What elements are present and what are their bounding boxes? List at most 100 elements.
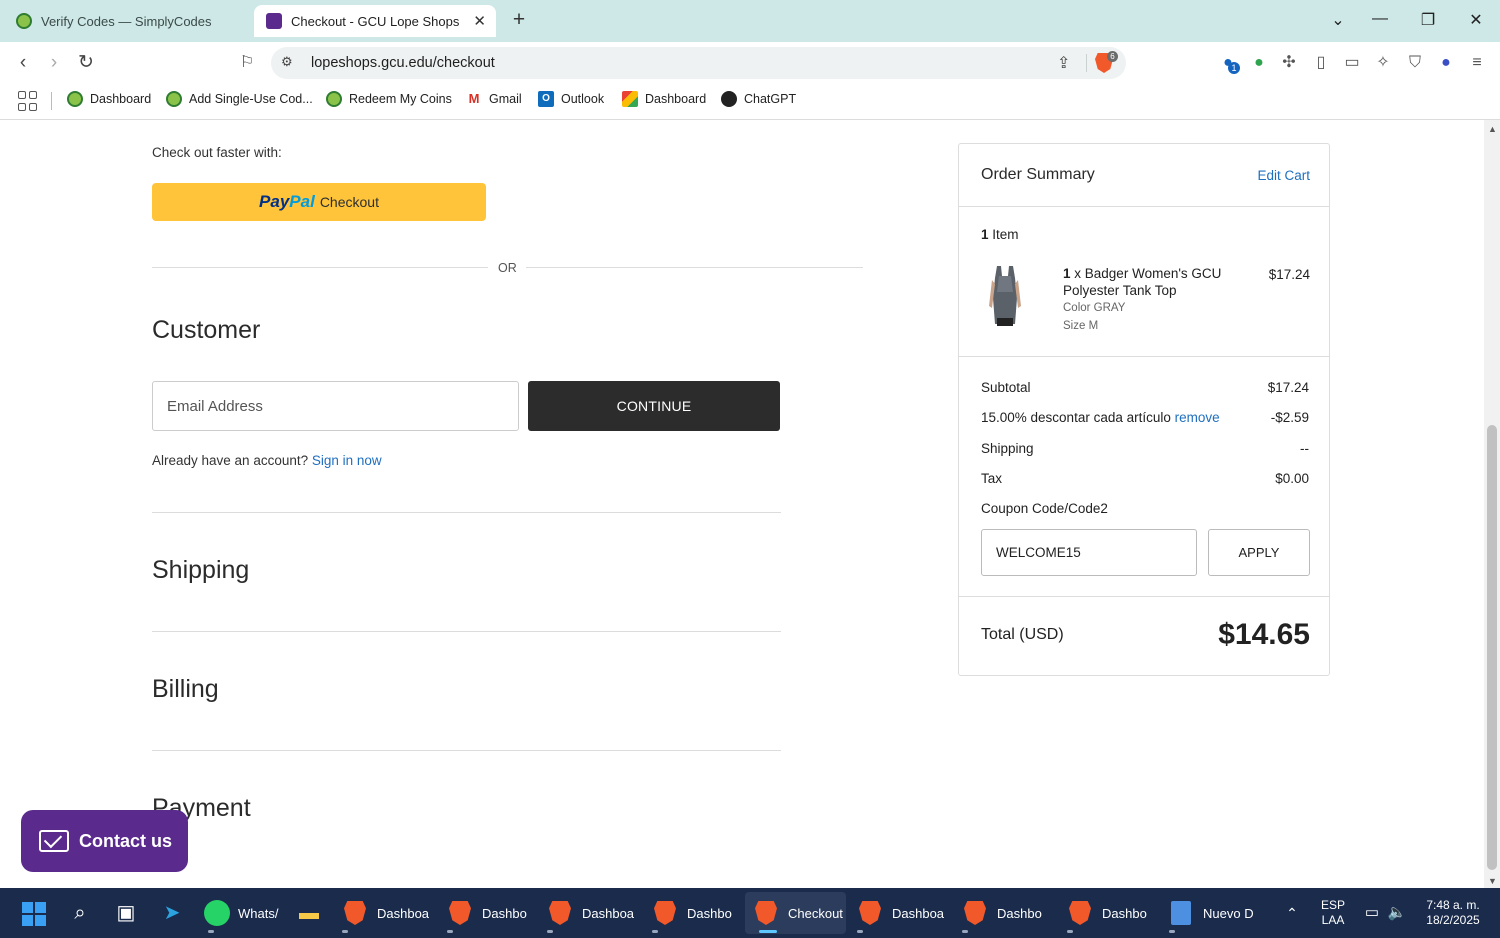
bookmarks-bar: Dashboard Add Single-Use Cod... Redeem M… [0,84,1500,120]
shipping-heading[interactable]: Shipping [152,556,249,585]
paypal-checkout-label: Checkout [319,194,379,210]
share-icon[interactable]: ⇪ [1057,53,1070,73]
file-explorer-icon[interactable]: ▬ [296,900,322,926]
extension-badge: 1 [1228,62,1240,74]
profile-icon[interactable]: ● [1436,53,1456,73]
coupon-code-link[interactable]: Coupon Code/Code2 [981,501,1309,516]
subtotal-row: Subtotal $17.24 [981,380,1309,395]
divider [959,596,1329,597]
taskbar-dashboard-1[interactable]: Dashboa [334,892,434,934]
forward-icon[interactable]: › [41,50,67,76]
bookmark-add-single-use[interactable]: Add Single-Use Cod... [166,91,313,107]
scrollbar-thumb[interactable] [1487,425,1497,870]
taskbar-checkout[interactable]: Checkout [745,892,846,934]
paypal-logo-pay: Pay [259,192,290,211]
volume-icon[interactable]: 🔈 [1384,900,1410,926]
taskbar-dashboard-4[interactable]: Dashbo [644,892,744,934]
leo-ai-icon[interactable]: ✧ [1373,53,1393,73]
brave-icon [964,901,986,925]
bookmark-gmail[interactable]: M Gmail [466,91,522,107]
notepad-icon [1171,901,1191,925]
back-icon[interactable]: ‹ [10,50,36,76]
language-indicator[interactable]: ESP LAA [1318,898,1348,928]
product-price: $17.24 [1268,267,1310,282]
divider [152,512,781,513]
bookmark-dashboard-2[interactable]: Dashboard [622,91,706,107]
divider [526,267,863,268]
wallet-icon[interactable]: ▭ [1342,53,1362,73]
taskbar-dashboard-5[interactable]: Dashboa [849,892,949,934]
telegram-icon[interactable]: ➤ [159,900,185,926]
tab-simplycodes[interactable]: Verify Codes — SimplyCodes [4,5,250,37]
search-icon[interactable]: ⌕ [67,900,93,926]
account-prompt: Already have an account? Sign in now [152,453,382,468]
puzzle-extensions-icon[interactable]: ✣ [1279,53,1299,73]
taskbar-dashboard-7[interactable]: Dashbo [1059,892,1159,934]
bookmark-icon[interactable]: ⚐ [234,50,260,76]
sign-in-link[interactable]: Sign in now [312,453,382,468]
vpn-shield-icon[interactable]: ⛉ [1405,53,1425,73]
simplycodes-icon [67,91,83,107]
taskbar-dashboard-3[interactable]: Dashboa [539,892,639,934]
apply-coupon-button[interactable]: APPLY [1208,529,1310,576]
sidebar-icon[interactable]: ▯ [1311,53,1331,73]
item-count: 1 Item [981,227,1019,242]
divider [959,206,1329,207]
billing-heading[interactable]: Billing [152,675,219,704]
mail-icon [39,830,69,852]
coupon-code-input[interactable] [981,529,1197,576]
menu-icon[interactable]: ≡ [1467,53,1487,73]
taskbar-dashboard-2[interactable]: Dashbo [439,892,539,934]
address-bar[interactable]: ⚙ lopeshops.gcu.edu/checkout ⇪ 6 [271,47,1126,79]
contact-us-button[interactable]: Contact us [21,810,188,872]
network-icon[interactable]: ▭ [1359,900,1385,926]
remove-discount-link[interactable]: remove [1175,410,1220,425]
email-field[interactable] [152,381,519,431]
page-scrollbar[interactable]: ▲ ▼ [1484,120,1500,888]
continue-button[interactable]: CONTINUE [528,381,780,431]
windows-taskbar: ⌕ ▣ ➤ Whats/ ▬ Dashboa Dashbo Dashboa Da… [0,888,1500,938]
new-tab-icon[interactable]: + [508,8,530,32]
restore-icon[interactable]: ❐ [1416,10,1440,30]
simplycodes-icon [16,13,32,29]
bookmark-chatgpt[interactable]: ChatGPT [721,91,796,107]
discount-row: 15.00% descontar cada artículo remove -$… [981,410,1309,425]
taskbar-whatsapp[interactable]: Whats/ [200,892,280,934]
check-extension-icon[interactable]: ● [1249,53,1269,73]
divider [152,631,781,632]
url-text[interactable]: lopeshops.gcu.edu/checkout [311,55,495,71]
simplycodes-icon [326,91,342,107]
or-separator: OR [498,261,517,275]
reload-icon[interactable]: ↻ [73,50,99,76]
order-summary-title: Order Summary [981,166,1095,183]
site-info-icon[interactable]: ⚙ [281,54,293,70]
taskbar-notepad[interactable]: Nuevo D [1161,892,1261,934]
bookmark-redeem-coins[interactable]: Redeem My Coins [326,91,452,107]
subtotal-value: $17.24 [1267,380,1309,395]
scroll-up-icon[interactable]: ▲ [1488,124,1497,134]
paypal-checkout-button[interactable]: Pay Pal Checkout [152,183,486,221]
windows-start-icon[interactable] [22,902,46,926]
edit-cart-link[interactable]: Edit Cart [1257,168,1310,183]
apps-grid-icon[interactable] [18,91,38,111]
minimize-icon[interactable]: — [1368,10,1392,28]
product-color: Color GRAY [1063,302,1126,314]
tab-checkout[interactable]: Checkout - GCU Lope Shops ✕ [254,5,496,37]
clock[interactable]: 7:48 a. m. 18/2/2025 [1418,898,1488,928]
tab-title: Verify Codes — SimplyCodes [41,13,212,29]
taskbar-dashboard-6[interactable]: Dashbo [954,892,1054,934]
bookmark-dashboard[interactable]: Dashboard [67,91,151,107]
divider [152,750,781,751]
brave-icon [449,901,471,925]
tab-search-icon[interactable]: ⌄ [1326,10,1350,30]
close-window-icon[interactable]: ✕ [1464,10,1488,30]
show-hidden-icons-icon[interactable]: ⌃ [1279,900,1305,926]
chatgpt-icon [721,91,737,107]
task-view-icon[interactable]: ▣ [113,900,139,926]
close-tab-icon[interactable]: ✕ [473,12,486,30]
simplycodes-icon [166,91,182,107]
shield-count-badge: 6 [1107,51,1118,62]
divider [51,92,52,110]
bookmark-outlook[interactable]: O Outlook [538,91,604,107]
scroll-down-icon[interactable]: ▼ [1488,876,1497,886]
